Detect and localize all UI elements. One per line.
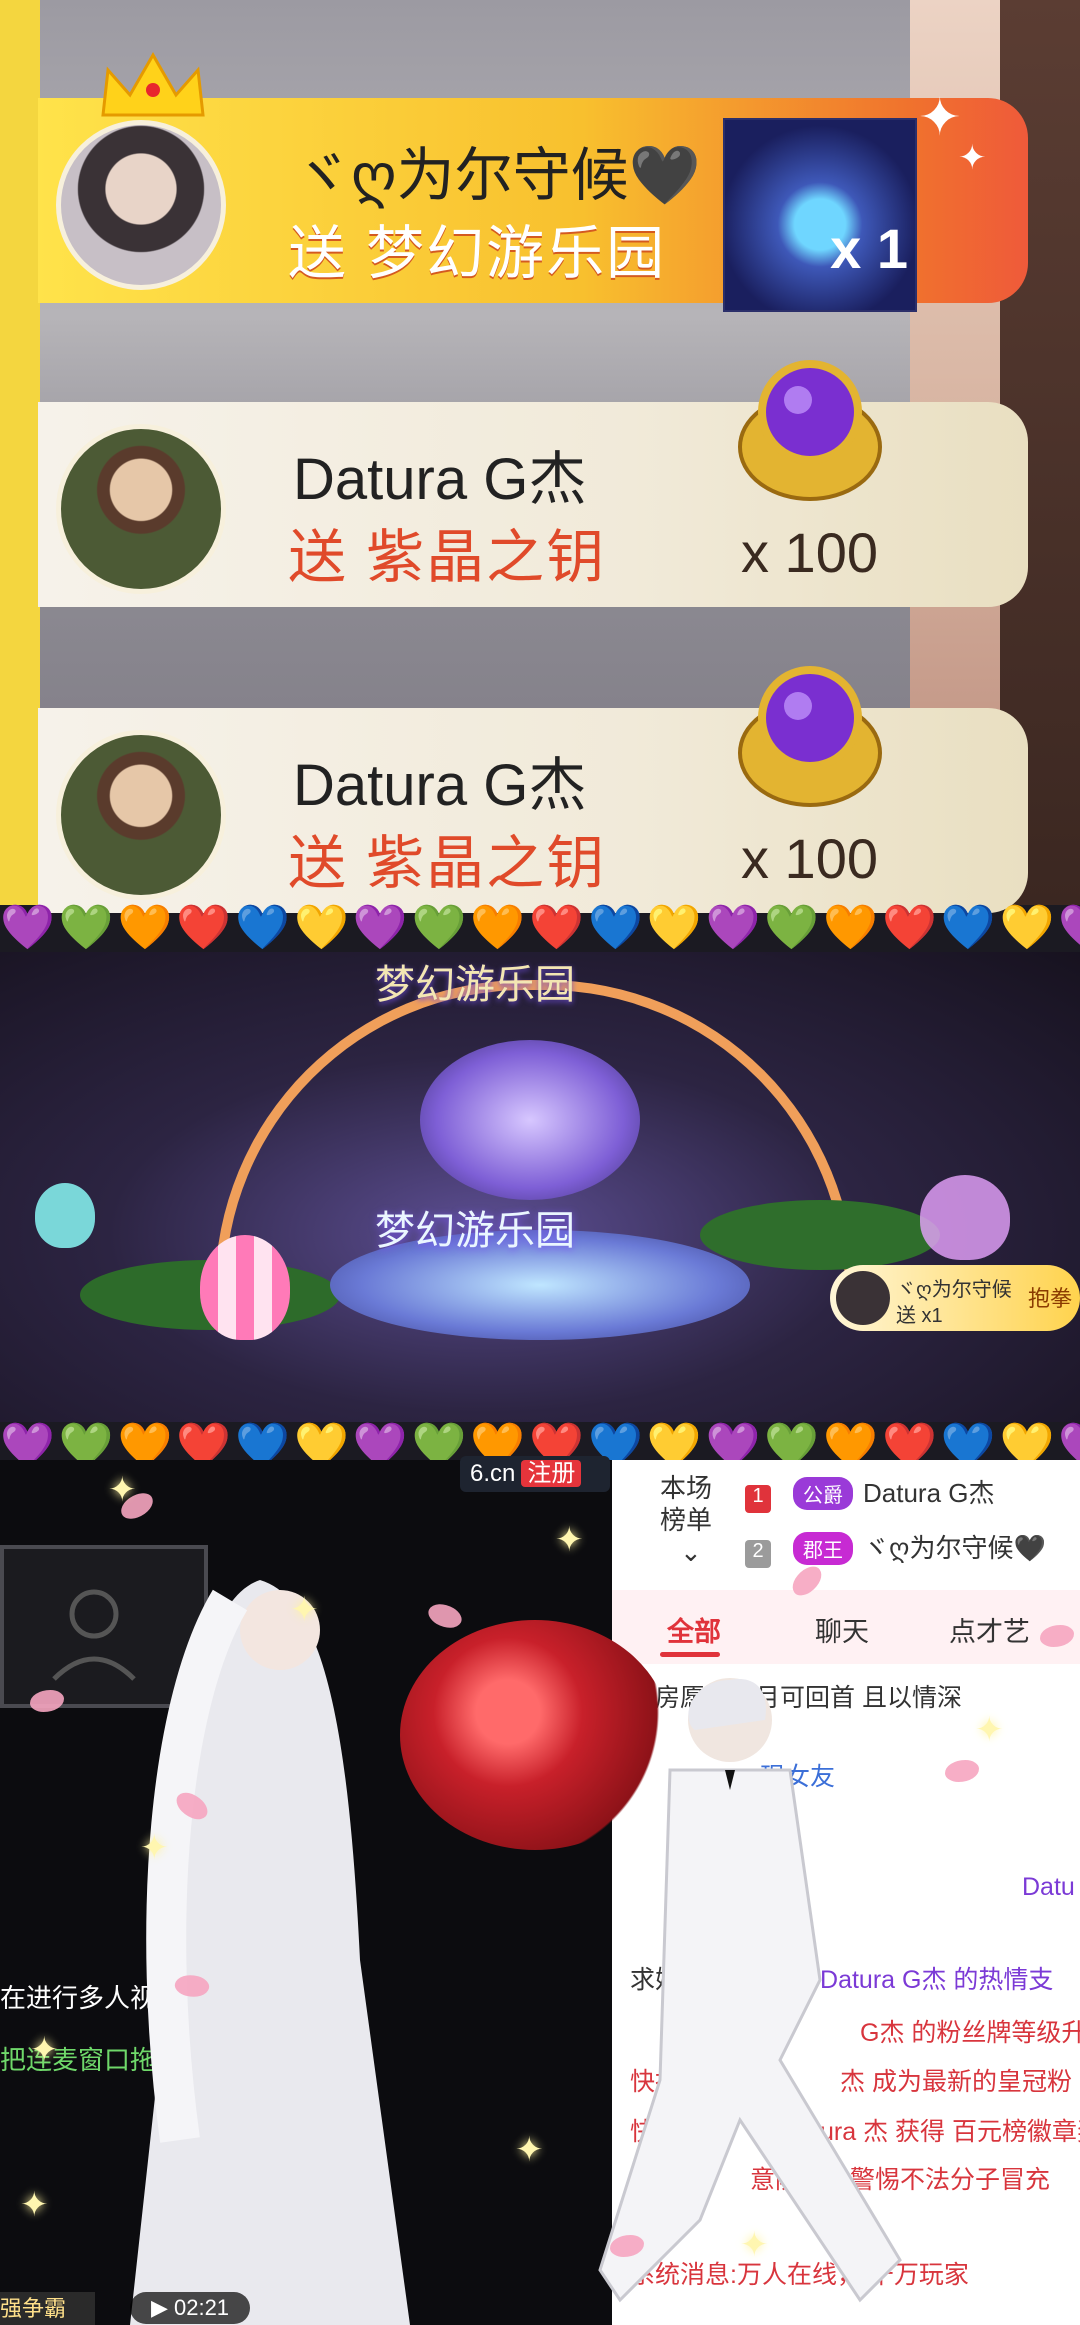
video-timer: ▶ 02:21 [130,2292,250,2324]
heart-icon: 💜 [1058,900,1080,956]
rank-badge: 公爵 [793,1477,853,1510]
sparkle-icon: ✦ [975,1711,1004,1749]
mini-notice-user: ヾღ为尔守候 [896,1279,1012,1301]
ranking-label-line2: 榜单 [660,1505,713,1535]
heart-icon: 💙 [940,903,996,952]
tab-talent[interactable]: 点才艺 [949,1610,1030,1649]
gift-banner-2: Datura G杰 送 紫晶之钥 x 100 [38,360,1028,607]
heart-icon: 💜 [705,903,761,952]
gift-sender-name: Datura G杰 [293,447,587,512]
rank-badge: 郡王 [793,1532,853,1565]
gift-quantity: x 100 [741,827,878,890]
gift-text: 送 梦幻游乐园 [288,221,667,286]
heart-divider-top: 💜💚🧡❤️💙💛💜💚🧡❤️💙💛💜💚🧡❤️💙💛💜💚🧡❤️💙💛 [0,900,1080,956]
heart-icon: 💙 [587,903,643,952]
bride-figure [130,1580,410,2325]
gift-banner-3: Datura G杰 送 紫晶之钥 x 100 [38,666,1028,913]
heart-icon: 🧡 [470,903,526,952]
amethyst-key-gift-icon [738,360,882,501]
ranking-row-2[interactable]: 2 郡王 ヾღ为尔守候🖤 [745,1528,1046,1568]
gift-banner-1: ヾღ为尔守候🖤 送 梦幻游乐园 x 1 ✦ ✦ [38,51,1028,312]
sparkle-icon: ✦ [918,89,962,147]
rank-number: 2 [745,1540,771,1568]
tab-active-indicator [660,1652,720,1657]
avatar[interactable] [56,730,226,900]
heart-icon: ❤️ [881,903,937,952]
gift-text: 送 紫晶之钥 [288,525,607,590]
amusement-park-gift-icon [723,118,917,312]
avatar[interactable] [56,424,226,594]
hot-air-balloon [35,1183,95,1248]
rank-user-name: Datura G杰 [863,1478,995,1508]
heart-icon: 💜 [0,903,55,952]
heart-icon: 💛 [646,903,702,952]
heart-icon: ❤️ [176,903,232,952]
amethyst-key-gift-icon [738,666,882,807]
sparkle-icon: ✦ [958,139,987,177]
mini-gift-notice: ヾღ为尔守候 送 x1 抱拳 [830,1265,1080,1331]
tab-chat[interactable]: 聊天 [815,1610,869,1649]
hot-air-balloon [200,1235,290,1340]
mini-notice-qty: 送 x1 [896,1305,943,1327]
gift-quantity: x 1 [830,217,908,280]
sparkle-icon: ✦ [515,2131,544,2169]
gift-text: 送 紫晶之钥 [288,831,607,896]
chat-text: Datu [1022,1873,1075,1901]
site-logo[interactable]: 6.cn 注册 [460,1456,610,1492]
sparkle-icon: ✦ [740,2226,769,2264]
heart-icon: 💛 [999,903,1055,952]
chevron-down-icon[interactable]: ⌄ [660,1536,712,1568]
sparkle-icon: ✦ [555,1521,584,1559]
scene-title-center: 梦幻游乐园 [375,1209,575,1253]
groom-figure [598,1678,902,2303]
tab-all[interactable]: 全部 [667,1610,721,1649]
gift-sender-name: Datura G杰 [293,753,587,818]
heart-icon: 💚 [58,903,114,952]
rank-user-name: ヾღ为尔守候🖤 [863,1533,1046,1563]
sparkle-icon: ✦ [20,2186,49,2224]
hot-air-balloon [920,1175,1010,1260]
ranking-label[interactable]: 本场 榜单 ⌄ [660,1472,712,1568]
rank-number: 1 [745,1485,771,1513]
heart-icon: 💚 [764,903,820,952]
sparkle-icon: ✦ [290,1591,319,1629]
heart-icon: 🧡 [117,903,173,952]
sparkle-icon: ✦ [30,2031,59,2069]
bottom-event-label[interactable]: 强争霸 [0,2292,95,2325]
gift-sender-name: ヾღ为尔守候🖤 [293,143,701,208]
heart-icon: 💚 [411,903,467,952]
sparkle-icon: ✦ [108,1471,137,1509]
ranking-label-line1: 本场 [660,1473,713,1503]
chat-message: Datu [1022,1873,1075,1902]
gift-quantity: x 100 [741,521,878,584]
salute-button[interactable]: 抱拳 [1028,1281,1072,1313]
heart-icon: 🧡 [823,903,878,952]
heart-icon: ❤️ [529,903,584,952]
logo-text: 6.cn [470,1460,516,1487]
timer-text: 02:21 [173,2295,230,2320]
heart-icon: 💛 [293,903,349,952]
floating-island [700,1200,940,1270]
heart-icon: 💙 [235,903,290,952]
heart-icon: 💜 [352,903,408,952]
ranking-row-1[interactable]: 1 公爵 Datura G杰 [745,1473,995,1513]
register-button[interactable]: 注册 [521,1460,582,1487]
scene-title-top: 梦幻游乐园 [375,963,575,1007]
avatar[interactable] [56,120,226,290]
video-left-wall [0,0,40,905]
crown-icon [101,51,205,117]
avatar [836,1271,890,1325]
castle [420,1040,640,1200]
sparkle-icon: ✦ [140,1829,169,1867]
